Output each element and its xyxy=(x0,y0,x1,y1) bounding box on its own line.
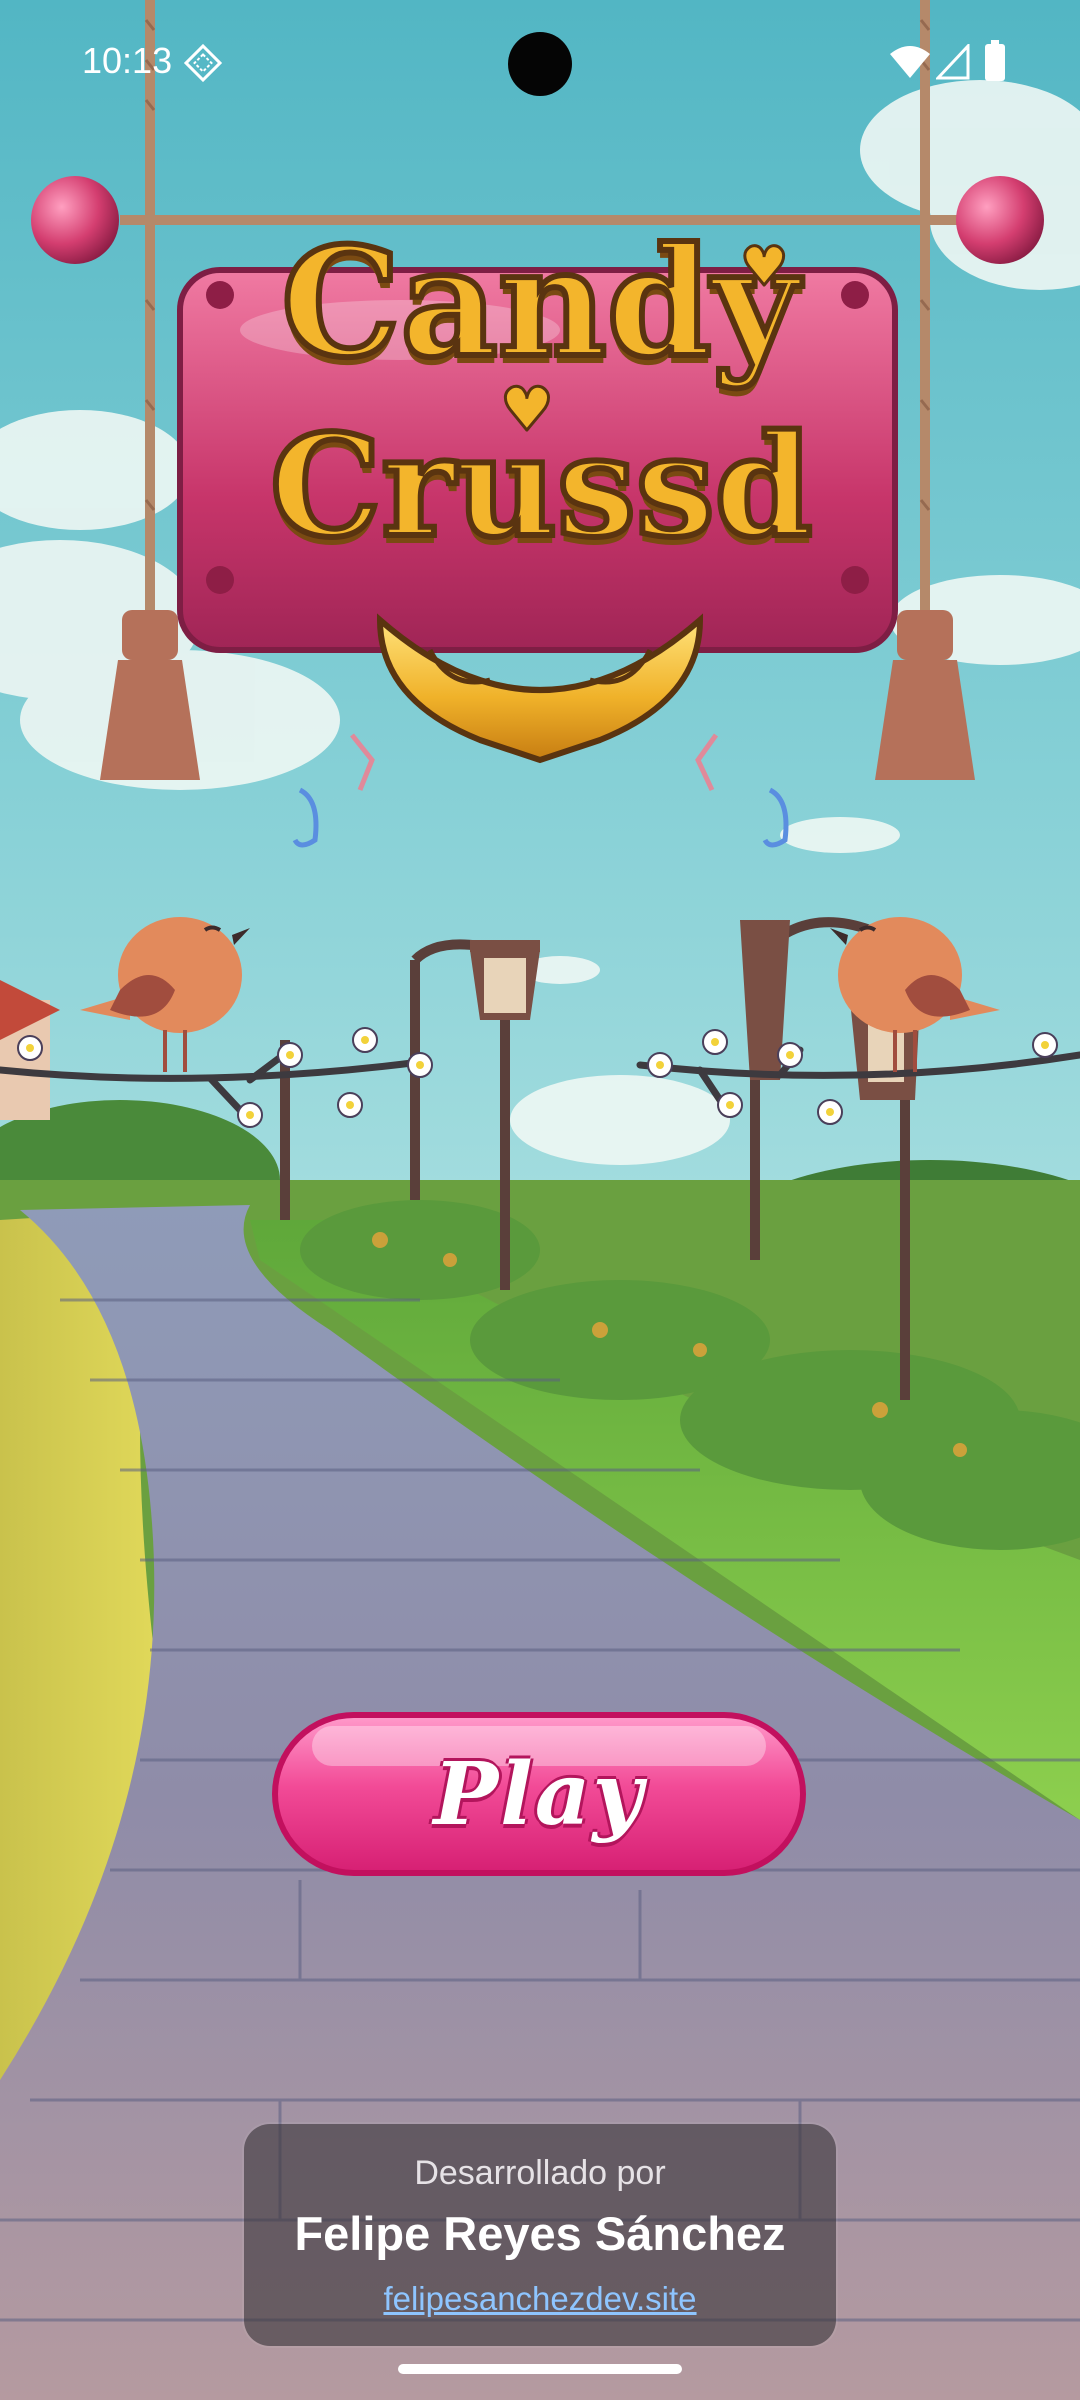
credits-panel: Desarrollado por Felipe Reyes Sánchez fe… xyxy=(244,2124,836,2346)
app-notification-icon xyxy=(184,44,222,82)
play-button-label: Play xyxy=(433,1743,645,1845)
wifi-icon xyxy=(890,46,930,78)
play-button[interactable]: Play xyxy=(272,1712,806,1876)
heart-icon-small: ♥ xyxy=(738,234,789,300)
gesture-nav-handle[interactable] xyxy=(398,2364,682,2374)
heart-icon: ♥ xyxy=(499,374,556,447)
status-time: 10:13 xyxy=(82,40,173,81)
front-camera xyxy=(508,32,572,96)
author-name: Felipe Reyes Sánchez xyxy=(294,2207,786,2260)
game-logo: Candy Crussd ♥ ♥ xyxy=(267,212,816,615)
website-link[interactable]: felipesanchezdev.site xyxy=(244,2280,836,2318)
signal-icon xyxy=(936,44,970,80)
status-bar: 10:13 xyxy=(0,0,1080,130)
logo-line-1: Candy xyxy=(278,212,802,394)
battery-icon xyxy=(985,40,1005,81)
developed-by-label: Desarrollado por xyxy=(414,2154,666,2192)
